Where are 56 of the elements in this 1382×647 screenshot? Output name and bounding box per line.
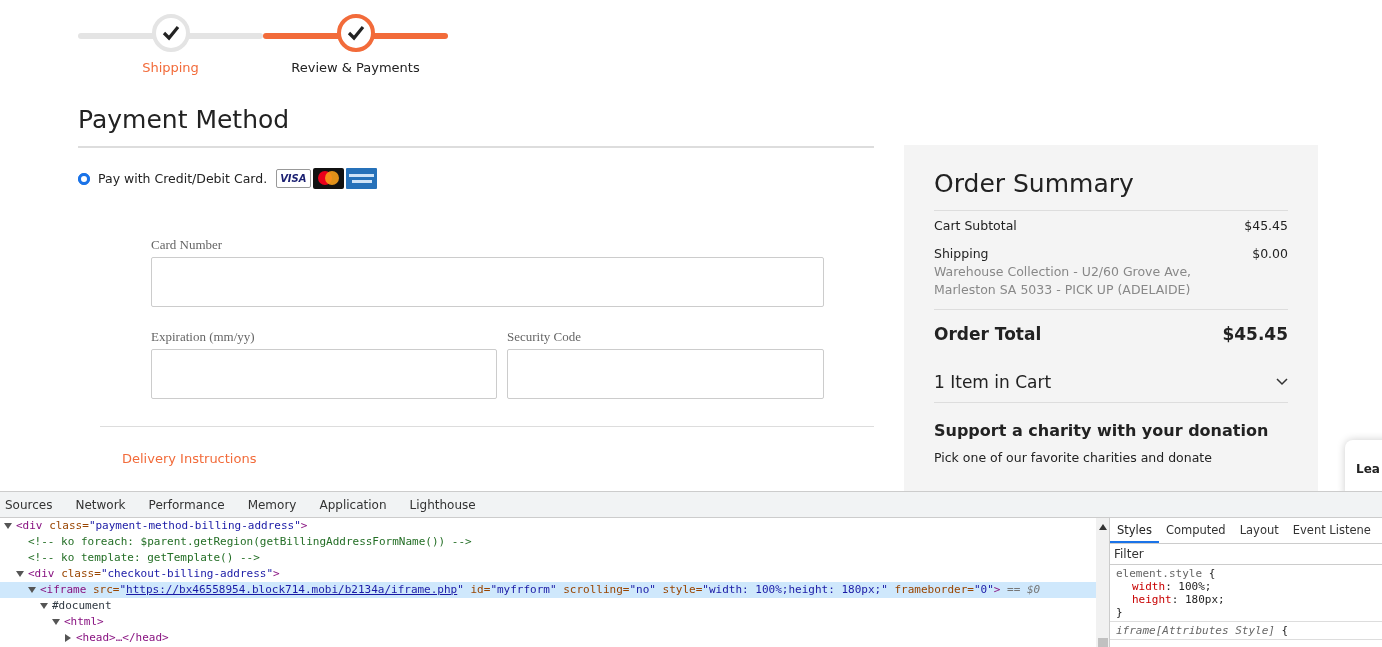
- input-field[interactable]: [507, 349, 824, 399]
- dom-node-line[interactable]: <div class="checkout-billing-address">: [0, 566, 1096, 582]
- devtools-tab[interactable]: Sources: [5, 497, 53, 512]
- field-label: Card Number: [151, 237, 224, 253]
- mastercard-logo-icon: [312, 168, 344, 189]
- charity-text: Pick one of our favorite charities and donate: [934, 450, 1213, 465]
- summary-label: Cart Subtotal: [934, 217, 1017, 235]
- charity-heading: Support a charity with your donation: [934, 421, 1270, 440]
- devtools-tab[interactable]: Lighthouse: [409, 497, 476, 512]
- chat-widget[interactable]: Lea: [1345, 440, 1382, 491]
- triangle-icon[interactable]: [4, 522, 12, 530]
- dom-node-line[interactable]: #document: [0, 598, 1096, 614]
- section-title: Payment Method: [78, 105, 874, 148]
- brace: {: [1208, 567, 1216, 580]
- brace: {: [1281, 624, 1289, 637]
- brace: }: [1116, 606, 1123, 619]
- dom-node-line[interactable]: <html>: [0, 614, 1096, 630]
- css-declaration[interactable]: height: 180px;: [1116, 593, 1376, 606]
- payment-option-label[interactable]: Pay with Credit/Debit Card.: [98, 171, 268, 186]
- styles-pane-tab[interactable]: Event Listene: [1285, 518, 1378, 543]
- chat-widget-text: Lea: [1356, 462, 1380, 476]
- styles-pane-tab[interactable]: Layout: [1232, 518, 1286, 543]
- scrollbar[interactable]: [1096, 518, 1110, 647]
- radio-button[interactable]: [78, 172, 90, 185]
- input-field[interactable]: [151, 349, 497, 399]
- dom-node-line[interactable]: <div class="payment-method-billing-address">: [0, 518, 1096, 534]
- total-label: Order Total: [934, 324, 1042, 344]
- css-declaration[interactable]: width: 100%;: [1116, 580, 1376, 593]
- devtools-tab[interactable]: Application: [319, 497, 387, 512]
- amex-card-icon: [345, 168, 377, 189]
- summary-amount: $0.00: [1252, 245, 1288, 263]
- devtools-tab[interactable]: Network: [75, 497, 126, 512]
- css-selector: iframe[Attributes Style]: [1116, 624, 1275, 637]
- summary-amount: $45.45: [1244, 217, 1288, 235]
- step-label: Review & Payments: [291, 60, 420, 75]
- iframe-url-link[interactable]: https://bx46558954.block714.mobi/b2134a/iframe.php: [126, 582, 458, 598]
- visa-logo: VISA: [276, 169, 311, 188]
- field-label: Security Code: [507, 329, 582, 345]
- total-amount: $45.45: [1222, 324, 1288, 344]
- dom-node-line[interactable]: <!-- ko template: getTemplate() -->: [0, 550, 1096, 566]
- css-selector: element.style: [1116, 567, 1203, 580]
- field-label: Expiration (mm/yy): [151, 329, 256, 345]
- styles-pane-tab[interactable]: Styles: [1110, 518, 1159, 543]
- summary-title: Order Summary: [934, 169, 1288, 211]
- scrollbar-thumb[interactable]: [1097, 638, 1108, 647]
- devtools-tab[interactable]: Memory: [247, 497, 297, 512]
- input-field[interactable]: [151, 257, 824, 307]
- devtools-tab[interactable]: Performance: [148, 497, 225, 512]
- summary-label: Shipping: [934, 245, 990, 263]
- shipping-address: Warehouse Collection - U2/60 Grove Ave, Marleston SA 5033 - PICK UP (ADELAIDE): [934, 263, 1193, 299]
- cart-items-toggle[interactable]: 1 Item in Cart: [934, 372, 1052, 392]
- scroll-up-icon[interactable]: [1098, 524, 1107, 530]
- dom-node-line[interactable]: <head>…</head>: [0, 630, 1096, 646]
- dom-node-line[interactable]: <!-- ko foreach: $parent.getRegion(getBillingAddressFormName()) -->: [0, 534, 1096, 550]
- chevron-icon[interactable]: [1276, 378, 1288, 386]
- styles-pane-tab[interactable]: Computed: [1158, 518, 1233, 543]
